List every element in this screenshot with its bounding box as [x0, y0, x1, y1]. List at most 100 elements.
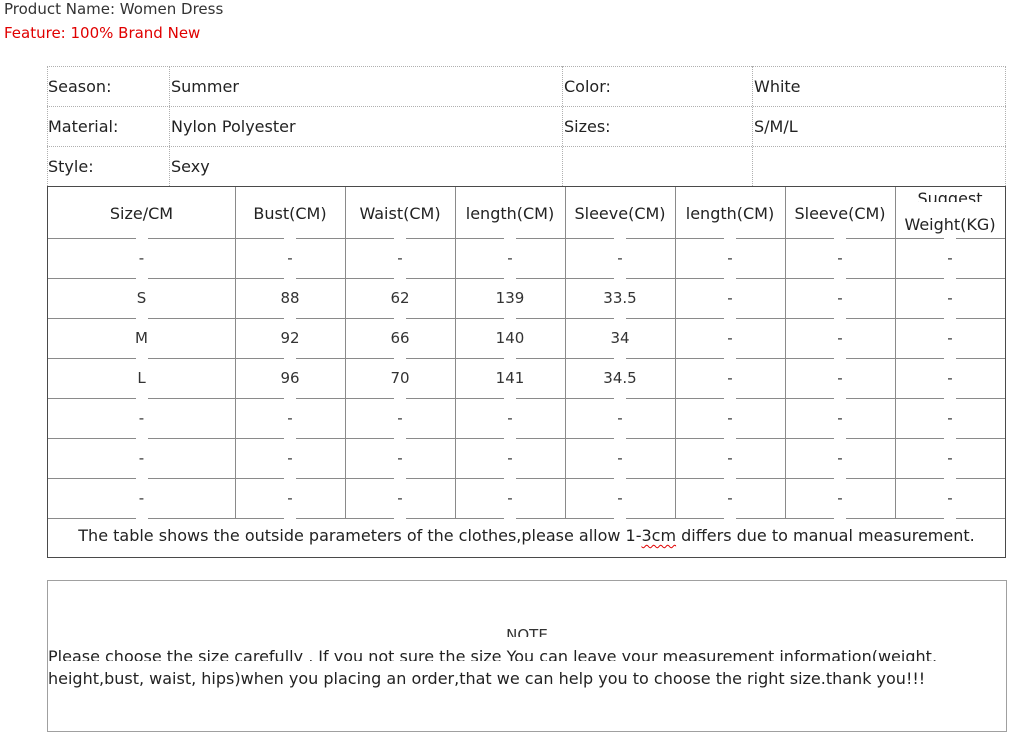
table-row-line	[455, 318, 504, 319]
table-cell: -	[617, 409, 623, 427]
table-row-line	[48, 478, 136, 479]
table-row-line	[516, 238, 565, 239]
table-cell: 66	[390, 329, 410, 347]
header-sleeve-2: Sleeve(CM)	[794, 204, 886, 223]
note-title: NOTE	[506, 626, 548, 637]
table-cell: 62	[390, 289, 410, 307]
table-column-line	[455, 187, 456, 518]
footnote-text: The table shows the outside parameters o…	[78, 526, 642, 545]
table-row-line	[48, 238, 136, 239]
table-row-line	[48, 358, 136, 359]
table-cell: 96	[280, 369, 300, 387]
table-row-line	[675, 478, 724, 479]
table-cell: -	[138, 449, 145, 467]
table-cell: -	[617, 489, 623, 507]
table-column-line	[785, 187, 786, 518]
specs-table: Season: Summer Color: White Material: Ny…	[47, 66, 1006, 186]
table-row-line	[675, 438, 724, 439]
table-row-line	[345, 278, 394, 279]
table-row-line	[846, 438, 895, 439]
table-cell: -	[837, 289, 843, 307]
table-cell: 140	[495, 329, 525, 347]
table-row-line	[296, 318, 345, 319]
table-row-line	[846, 318, 895, 319]
table-row-line	[296, 278, 345, 279]
table-row-line	[516, 438, 565, 439]
table-row-line	[147, 518, 235, 519]
specs-grid-line	[752, 66, 753, 186]
table-row-line	[516, 358, 565, 359]
table-cell: 34	[610, 329, 630, 347]
table-column-line	[235, 187, 236, 518]
table-row-line	[455, 358, 504, 359]
header-sleeve: Sleeve(CM)	[574, 204, 666, 223]
table-row-line	[565, 238, 614, 239]
table-row-line	[345, 438, 394, 439]
table-row-line	[406, 318, 455, 319]
footnote-marked-text: 3cm	[641, 526, 677, 545]
table-cell: -	[507, 449, 513, 467]
table-row-line	[296, 358, 345, 359]
table-row-line	[235, 358, 284, 359]
table-cell: -	[397, 449, 403, 467]
table-cell: -	[617, 449, 623, 467]
table-cell: 33.5	[603, 289, 637, 307]
table-row-line	[956, 318, 1005, 319]
size-table: Size/CM Bust(CM) Waist(CM) length(CM) Sl…	[47, 186, 1006, 558]
table-row-line	[455, 278, 504, 279]
style-value: Sexy	[171, 157, 210, 176]
table-row-line	[235, 398, 284, 399]
sizes-value: S/M/L	[754, 117, 798, 136]
table-row-line	[895, 478, 944, 479]
table-cell: -	[947, 289, 953, 307]
table-cell: -	[507, 489, 513, 507]
table-row-line	[675, 278, 724, 279]
table-cell: -	[947, 329, 953, 347]
table-row-line	[406, 238, 455, 239]
table-row-line	[345, 318, 394, 319]
table-row-line	[895, 278, 944, 279]
table-cell: -	[727, 249, 733, 267]
table-cell: S	[136, 289, 147, 307]
table-row-line	[736, 398, 785, 399]
table-row-line	[406, 398, 455, 399]
table-row-line	[895, 438, 944, 439]
table-row-line	[956, 478, 1005, 479]
table-row-line	[956, 278, 1005, 279]
table-row-line	[736, 518, 785, 519]
table-cell: 139	[495, 289, 525, 307]
specs-grid-line	[47, 106, 1006, 107]
table-row-line	[785, 238, 834, 239]
table-cell: L	[137, 369, 146, 387]
table-row-line	[345, 518, 394, 519]
table-row-line	[147, 278, 235, 279]
table-row-line	[455, 438, 504, 439]
table-row-line	[48, 438, 136, 439]
table-row-line	[736, 318, 785, 319]
table-row-line	[956, 358, 1005, 359]
table-cell: 70	[390, 369, 410, 387]
table-cell: -	[397, 489, 403, 507]
table-cell: -	[947, 489, 953, 507]
note-text-line-1: Please choose the size carefully , If yo…	[48, 647, 937, 661]
table-row-line	[736, 478, 785, 479]
table-cell: 88	[280, 289, 300, 307]
table-row-line	[147, 478, 235, 479]
table-row-line	[147, 358, 235, 359]
note-text-line-2: height,bust, waist, hips)when you placin…	[48, 669, 926, 688]
table-row-line	[846, 278, 895, 279]
table-row-line	[235, 278, 284, 279]
specs-grid-line	[169, 66, 170, 186]
table-row-line	[626, 518, 675, 519]
table-row-line	[736, 278, 785, 279]
table-row-line	[345, 238, 394, 239]
table-row-line	[235, 438, 284, 439]
table-row-line	[296, 238, 345, 239]
table-cell: -	[837, 329, 843, 347]
footnote-text-end: differs due to manual measurement.	[676, 526, 975, 545]
table-row-line	[956, 398, 1005, 399]
header-length: length(CM)	[465, 204, 555, 223]
table-row-line	[565, 438, 614, 439]
table-row-line	[565, 398, 614, 399]
table-cell: M	[135, 329, 148, 347]
